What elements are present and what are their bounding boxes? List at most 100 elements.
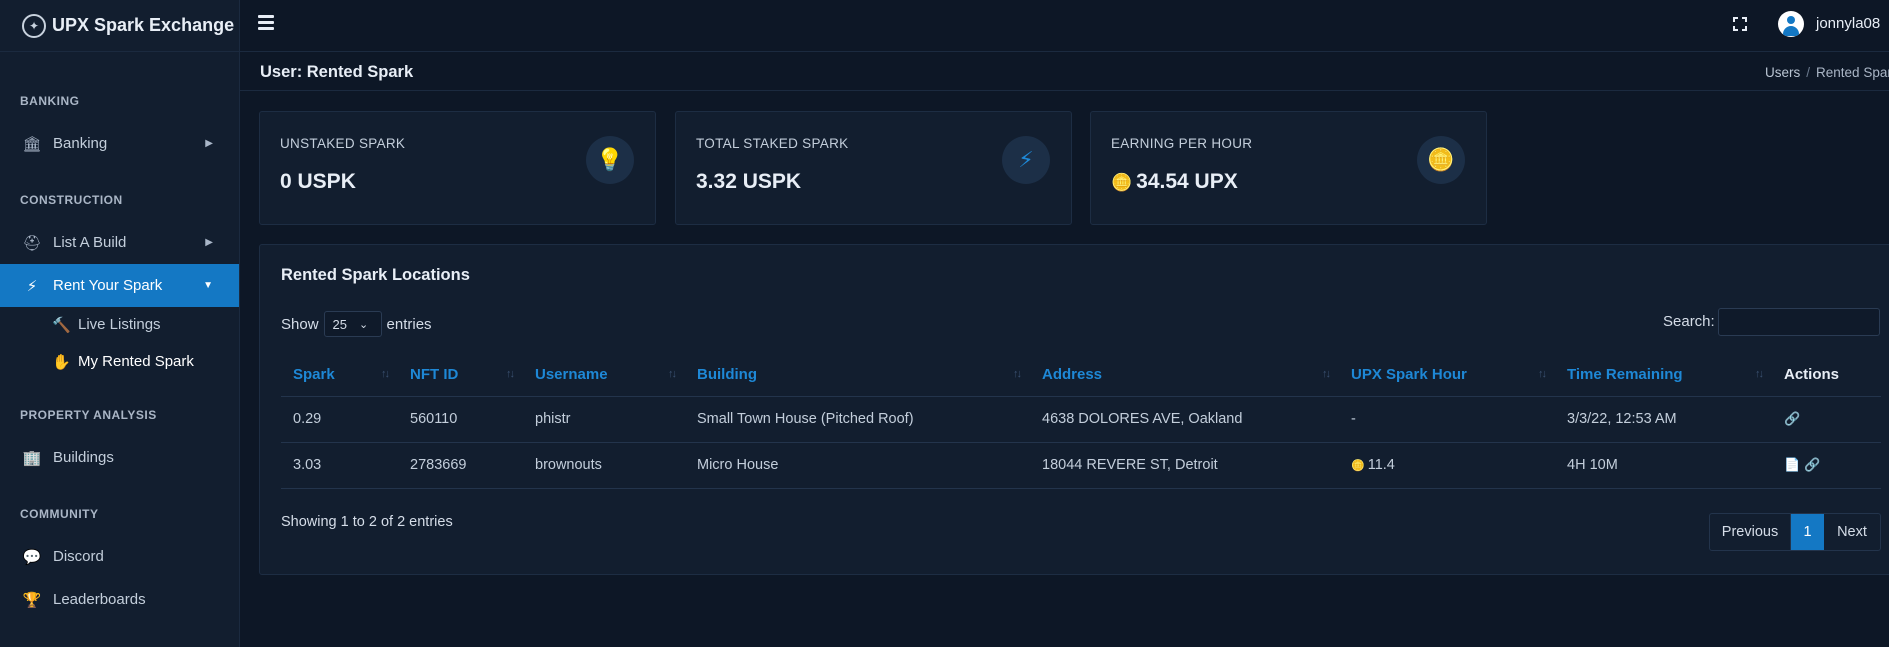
- link-icon[interactable]: 🔗: [1784, 411, 1800, 426]
- sidebar-item-label: Buildings: [53, 449, 114, 466]
- brand-title: UPX Spark Exchange: [52, 15, 235, 35]
- cell-building: Micro House: [685, 442, 1030, 489]
- hamburger-menu-icon[interactable]: [258, 15, 274, 30]
- fullscreen-icon[interactable]: [1733, 17, 1747, 31]
- stat-label: EARNING PER HOUR: [1111, 136, 1253, 151]
- stat-label: UNSTAKED SPARK: [280, 136, 406, 151]
- sidebar-item-label: Leaderboards: [53, 591, 146, 608]
- sort-icon: ↑↓: [1755, 368, 1764, 380]
- hammer-icon: 🔨: [52, 316, 71, 334]
- logo-icon: ✦: [22, 13, 46, 38]
- search-label: Search:: [1663, 313, 1715, 330]
- page-header: User: Rented Spark Users/Rented Spark: [240, 53, 1889, 91]
- page-size-value: 25: [332, 316, 347, 332]
- breadcrumb-current: Rented Spark: [1816, 65, 1889, 80]
- panel-title: Rented Spark Locations: [281, 266, 470, 284]
- stat-card-unstaked-spark: UNSTAKED SPARK 0 USPK 💡: [259, 111, 656, 225]
- section-community: COMMUNITY: [20, 507, 99, 521]
- sidebar-item-discord[interactable]: 💬 Discord: [0, 535, 239, 578]
- hard-hat-icon: ⛑: [22, 234, 42, 252]
- stat-label: TOTAL STAKED SPARK: [696, 136, 849, 151]
- stat-card-total-staked-spark: TOTAL STAKED SPARK 3.32 USPK ⚡: [675, 111, 1072, 225]
- topbar: jonnyla08: [240, 0, 1889, 52]
- cell-spark: 0.29: [281, 396, 398, 443]
- previous-page-button[interactable]: Previous: [1710, 514, 1791, 550]
- sort-icon: ↑↓: [506, 368, 515, 380]
- sort-icon: ↑↓: [1538, 368, 1547, 380]
- sidebar-item-label: Rent Your Spark: [53, 277, 163, 294]
- rented-spark-table: Spark ↑↓ NFT ID ↑↓ Username ↑↓ Building ↑↓ A…: [281, 354, 1881, 489]
- page-1-button[interactable]: 1: [1791, 514, 1824, 550]
- chevron-down-icon: ⌄: [359, 318, 369, 331]
- sort-icon: ↑↓: [1013, 368, 1022, 380]
- sidebar-item-banking[interactable]: 🏛 Banking ▶: [0, 122, 239, 165]
- cell-username: phistr: [523, 396, 685, 443]
- sidebar: ✦ UPX Spark Exchange BANKING 🏛 Banking ▶…: [0, 0, 240, 647]
- table-row: 3.03 2783669 brownouts Micro House 18044…: [281, 442, 1881, 489]
- bolt-icon: ⚡: [1002, 136, 1050, 184]
- bolt-icon: ⚡: [26, 277, 38, 295]
- sidebar-item-label: My Rented Spark: [78, 353, 194, 370]
- avatar[interactable]: [1778, 11, 1804, 37]
- lightbulb-icon: 💡: [586, 136, 634, 184]
- entries-label: entries: [386, 315, 432, 333]
- section-construction: CONSTRUCTION: [20, 193, 123, 207]
- column-header-upx-spark-hour[interactable]: UPX Spark Hour ↑↓: [1339, 354, 1555, 397]
- column-header-time-remaining[interactable]: Time Remaining ↑↓: [1555, 354, 1772, 397]
- column-header-spark[interactable]: Spark ↑↓: [281, 354, 398, 397]
- page-size-select[interactable]: 25 ⌄: [323, 311, 382, 337]
- cell-nft-id: 560110: [398, 396, 523, 443]
- discord-icon: 💬: [22, 548, 42, 566]
- coins-small-icon: 🪙: [1111, 173, 1133, 192]
- sidebar-item-buildings[interactable]: 🏢 Buildings: [0, 436, 239, 479]
- next-page-button[interactable]: Next: [1824, 514, 1880, 550]
- search-input[interactable]: [1718, 308, 1880, 336]
- caret-right-icon: ▶: [205, 237, 213, 248]
- trophy-icon: 🏆: [22, 591, 42, 609]
- cell-actions: 📄 🔗: [1772, 442, 1881, 489]
- section-banking: BANKING: [20, 94, 80, 108]
- cell-username: brownouts: [523, 442, 685, 489]
- page-title: User: Rented Spark: [260, 63, 414, 81]
- caret-down-icon: ▼: [203, 280, 213, 291]
- cell-address: 4638 DOLORES AVE, Oakland: [1030, 396, 1339, 443]
- user-menu[interactable]: jonnyla08: [1816, 15, 1880, 32]
- sidebar-subitem-live-listings[interactable]: 🔨 Live Listings: [0, 306, 239, 343]
- link-icon[interactable]: 🔗: [1804, 457, 1820, 472]
- table-row: 0.29 560110 phistr Small Town House (Pit…: [281, 396, 1881, 443]
- sidebar-item-rent-your-spark[interactable]: ⚡ Rent Your Spark ▼: [0, 264, 239, 307]
- sidebar-item-leaderboards[interactable]: 🏆 Leaderboards: [0, 578, 239, 621]
- column-header-actions: Actions: [1772, 354, 1881, 397]
- stat-value: 3.32 USPK: [696, 170, 802, 193]
- cell-time-remaining: 3/3/22, 12:53 AM: [1555, 396, 1772, 443]
- pagination: Previous 1 Next: [1709, 513, 1881, 551]
- cell-address: 18044 REVERE ST, Detroit: [1030, 442, 1339, 489]
- building-icon: 🏢: [22, 449, 42, 467]
- stat-value: 0 USPK: [280, 170, 356, 193]
- column-header-username[interactable]: Username ↑↓: [523, 354, 685, 397]
- hand-holding-icon: ✋: [52, 353, 71, 371]
- stat-card-earning-per-hour: EARNING PER HOUR 🪙 34.54 UPX 🪙: [1090, 111, 1487, 225]
- table-header-row: Spark ↑↓ NFT ID ↑↓ Username ↑↓ Building ↑↓ A…: [281, 354, 1881, 397]
- sidebar-item-label: Live Listings: [78, 316, 161, 333]
- cell-actions: 🔗: [1772, 396, 1881, 443]
- section-property-analysis: PROPERTY ANALYSIS: [20, 408, 157, 422]
- show-label: Show: [281, 315, 319, 333]
- cell-time-remaining: 4H 10M: [1555, 442, 1772, 489]
- sidebar-item-list-a-build[interactable]: ⛑ List A Build ▶: [0, 221, 239, 264]
- coins-icon: 🪙: [1417, 136, 1465, 184]
- breadcrumb: Users/Rented Spark: [1765, 65, 1889, 80]
- column-header-address[interactable]: Address ↑↓: [1030, 354, 1339, 397]
- brand[interactable]: ✦ UPX Spark Exchange: [0, 0, 239, 52]
- showing-entries-info: Showing 1 to 2 of 2 entries: [281, 514, 453, 530]
- coins-small-icon: 🪙: [1351, 460, 1365, 472]
- document-icon[interactable]: 📄: [1784, 457, 1800, 472]
- column-header-nft-id[interactable]: NFT ID ↑↓: [398, 354, 523, 397]
- sidebar-subitem-my-rented-spark[interactable]: ✋ My Rented Spark: [0, 343, 239, 380]
- sidebar-item-label: Discord: [53, 548, 104, 565]
- breadcrumb-users[interactable]: Users: [1765, 65, 1800, 80]
- column-header-building[interactable]: Building ↑↓: [685, 354, 1030, 397]
- rented-spark-panel: Rented Spark Locations Show 25 ⌄ entries…: [259, 244, 1889, 575]
- stat-value: 34.54 UPX: [1136, 170, 1238, 193]
- sort-icon: ↑↓: [381, 368, 390, 380]
